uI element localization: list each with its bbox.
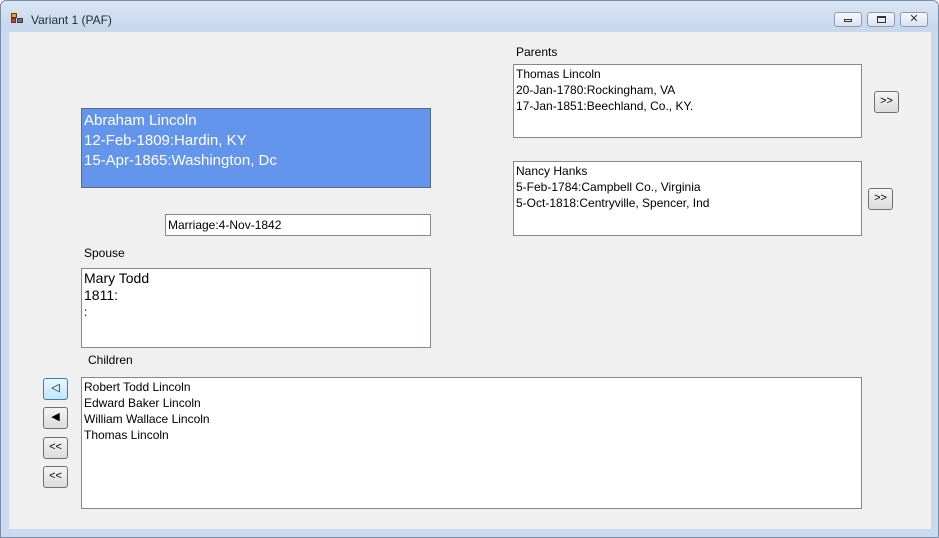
first-alt-button[interactable]: << — [43, 466, 68, 488]
window-title: Variant 1 (PAF) — [31, 13, 112, 27]
maximize-button[interactable] — [867, 12, 895, 27]
child-item[interactable]: William Wallace Lincoln — [84, 411, 859, 427]
person-death: 15-Apr-1865:Washington, Dc — [84, 152, 277, 169]
person-birth: 12-Feb-1809:Hardin, KY — [84, 132, 247, 149]
client-area: Parents Thomas Lincoln 20-Jan-1780:Rocki… — [9, 32, 931, 529]
spouse-death: : — [84, 305, 88, 319]
title-bar[interactable]: Variant 1 (PAF) ✕ — [1, 1, 938, 31]
father-death: 17-Jan-1851:Beechland, Co., KY. — [516, 99, 694, 113]
mother-birth: 5-Feb-1784:Campbell Co., Virginia — [516, 180, 701, 194]
close-button[interactable]: ✕ — [900, 12, 928, 27]
first-button[interactable]: << — [43, 437, 68, 459]
child-item[interactable]: Edward Baker Lincoln — [84, 395, 859, 411]
children-label: Children — [88, 353, 133, 367]
mother-name: Nancy Hanks — [516, 164, 588, 178]
spouse-label: Spouse — [84, 246, 125, 260]
mother-navigate-button[interactable]: >> — [868, 188, 893, 210]
mother-box[interactable]: Nancy Hanks 5-Feb-1784:Campbell Co., Vir… — [513, 161, 862, 236]
father-box[interactable]: Thomas Lincoln 20-Jan-1780:Rockingham, V… — [513, 64, 862, 138]
minimize-button[interactable] — [834, 12, 862, 27]
child-item[interactable]: Thomas Lincoln — [84, 427, 859, 443]
maximize-icon — [876, 16, 886, 23]
previous-button[interactable]: ◀ — [43, 407, 68, 429]
minimize-icon — [844, 19, 852, 22]
spouse-name: Mary Todd — [84, 270, 150, 286]
spouse-birth: 1811: — [84, 287, 118, 303]
mother-death: 5-Oct-1818:Centryville, Spencer, Ind — [516, 196, 710, 210]
father-navigate-button[interactable]: >> — [874, 91, 899, 113]
father-birth: 20-Jan-1780:Rockingham, VA — [516, 83, 676, 97]
marriage-field[interactable]: Marriage:4-Nov-1842 — [165, 214, 431, 236]
parents-label: Parents — [516, 45, 558, 59]
selected-person-box[interactable]: Abraham Lincoln 12-Feb-1809:Hardin, KY 1… — [81, 108, 431, 188]
close-icon: ✕ — [909, 13, 919, 25]
spouse-box[interactable]: Mary Todd 1811: : — [81, 268, 431, 348]
children-list[interactable]: Robert Todd Lincoln Edward Baker Lincoln… — [81, 377, 862, 509]
father-name: Thomas Lincoln — [516, 67, 601, 81]
back-button[interactable]: ◁ — [43, 378, 68, 400]
child-item[interactable]: Robert Todd Lincoln — [84, 379, 859, 395]
app-icon — [11, 13, 24, 24]
person-name: Abraham Lincoln — [84, 112, 197, 129]
app-window: Variant 1 (PAF) ✕ Parents Thomas Lincoln… — [0, 0, 939, 538]
